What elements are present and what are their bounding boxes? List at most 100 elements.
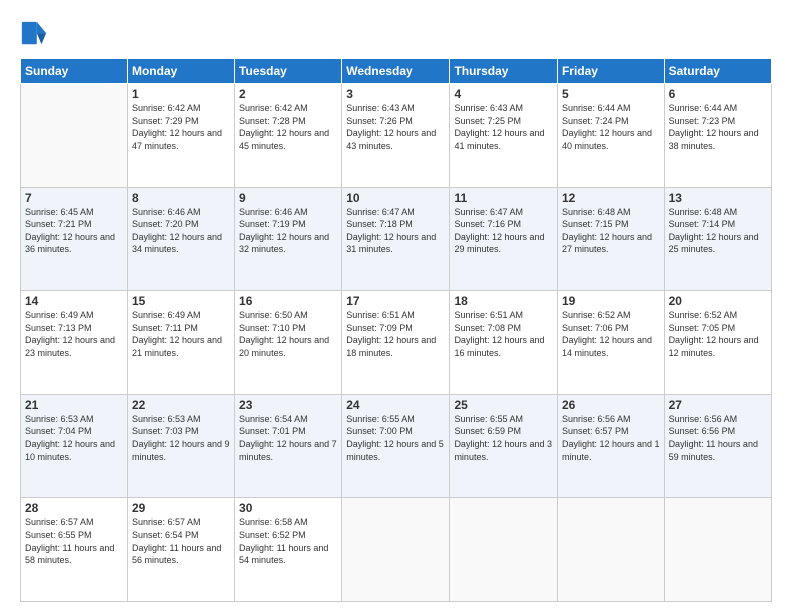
calendar-cell: 19Sunrise: 6:52 AMSunset: 7:06 PMDayligh…: [557, 291, 664, 395]
day-info: Sunrise: 6:49 AMSunset: 7:11 PMDaylight:…: [132, 309, 230, 359]
page: SundayMondayTuesdayWednesdayThursdayFrid…: [0, 0, 792, 612]
day-number: 16: [239, 294, 337, 308]
day-number: 11: [454, 191, 553, 205]
day-number: 21: [25, 398, 123, 412]
day-number: 26: [562, 398, 660, 412]
day-info: Sunrise: 6:47 AMSunset: 7:18 PMDaylight:…: [346, 206, 445, 256]
day-info: Sunrise: 6:57 AMSunset: 6:54 PMDaylight:…: [132, 516, 230, 566]
day-number: 7: [25, 191, 123, 205]
calendar-cell: 8Sunrise: 6:46 AMSunset: 7:20 PMDaylight…: [127, 187, 234, 291]
calendar-cell: 25Sunrise: 6:55 AMSunset: 6:59 PMDayligh…: [450, 394, 558, 498]
day-info: Sunrise: 6:53 AMSunset: 7:04 PMDaylight:…: [25, 413, 123, 463]
day-info: Sunrise: 6:52 AMSunset: 7:06 PMDaylight:…: [562, 309, 660, 359]
calendar-cell: 10Sunrise: 6:47 AMSunset: 7:18 PMDayligh…: [342, 187, 450, 291]
day-number: 28: [25, 501, 123, 515]
day-info: Sunrise: 6:55 AMSunset: 7:00 PMDaylight:…: [346, 413, 445, 463]
calendar-header-thursday: Thursday: [450, 59, 558, 84]
calendar-cell: 23Sunrise: 6:54 AMSunset: 7:01 PMDayligh…: [235, 394, 342, 498]
day-info: Sunrise: 6:56 AMSunset: 6:57 PMDaylight:…: [562, 413, 660, 463]
calendar-cell: 3Sunrise: 6:43 AMSunset: 7:26 PMDaylight…: [342, 84, 450, 188]
day-info: Sunrise: 6:47 AMSunset: 7:16 PMDaylight:…: [454, 206, 553, 256]
day-number: 27: [669, 398, 767, 412]
day-info: Sunrise: 6:44 AMSunset: 7:23 PMDaylight:…: [669, 102, 767, 152]
calendar-week-row: 28Sunrise: 6:57 AMSunset: 6:55 PMDayligh…: [21, 498, 772, 602]
calendar-cell: 5Sunrise: 6:44 AMSunset: 7:24 PMDaylight…: [557, 84, 664, 188]
day-number: 17: [346, 294, 445, 308]
calendar-cell: 4Sunrise: 6:43 AMSunset: 7:25 PMDaylight…: [450, 84, 558, 188]
calendar-cell: [557, 498, 664, 602]
day-info: Sunrise: 6:52 AMSunset: 7:05 PMDaylight:…: [669, 309, 767, 359]
calendar-header-sunday: Sunday: [21, 59, 128, 84]
day-number: 2: [239, 87, 337, 101]
calendar-cell: 9Sunrise: 6:46 AMSunset: 7:19 PMDaylight…: [235, 187, 342, 291]
day-number: 1: [132, 87, 230, 101]
calendar-cell: 27Sunrise: 6:56 AMSunset: 6:56 PMDayligh…: [664, 394, 771, 498]
day-info: Sunrise: 6:57 AMSunset: 6:55 PMDaylight:…: [25, 516, 123, 566]
day-info: Sunrise: 6:50 AMSunset: 7:10 PMDaylight:…: [239, 309, 337, 359]
day-number: 19: [562, 294, 660, 308]
calendar-cell: 30Sunrise: 6:58 AMSunset: 6:52 PMDayligh…: [235, 498, 342, 602]
logo: [20, 20, 52, 48]
calendar-cell: 18Sunrise: 6:51 AMSunset: 7:08 PMDayligh…: [450, 291, 558, 395]
day-info: Sunrise: 6:51 AMSunset: 7:08 PMDaylight:…: [454, 309, 553, 359]
day-info: Sunrise: 6:45 AMSunset: 7:21 PMDaylight:…: [25, 206, 123, 256]
day-number: 18: [454, 294, 553, 308]
calendar-header-saturday: Saturday: [664, 59, 771, 84]
day-info: Sunrise: 6:46 AMSunset: 7:20 PMDaylight:…: [132, 206, 230, 256]
day-number: 25: [454, 398, 553, 412]
calendar-week-row: 14Sunrise: 6:49 AMSunset: 7:13 PMDayligh…: [21, 291, 772, 395]
day-info: Sunrise: 6:49 AMSunset: 7:13 PMDaylight:…: [25, 309, 123, 359]
calendar-week-row: 1Sunrise: 6:42 AMSunset: 7:29 PMDaylight…: [21, 84, 772, 188]
day-info: Sunrise: 6:53 AMSunset: 7:03 PMDaylight:…: [132, 413, 230, 463]
day-info: Sunrise: 6:55 AMSunset: 6:59 PMDaylight:…: [454, 413, 553, 463]
calendar-cell: 11Sunrise: 6:47 AMSunset: 7:16 PMDayligh…: [450, 187, 558, 291]
day-info: Sunrise: 6:43 AMSunset: 7:26 PMDaylight:…: [346, 102, 445, 152]
calendar-cell: [450, 498, 558, 602]
logo-icon: [20, 20, 48, 48]
calendar-header-tuesday: Tuesday: [235, 59, 342, 84]
calendar-cell: 20Sunrise: 6:52 AMSunset: 7:05 PMDayligh…: [664, 291, 771, 395]
calendar-cell: [342, 498, 450, 602]
calendar-cell: 15Sunrise: 6:49 AMSunset: 7:11 PMDayligh…: [127, 291, 234, 395]
calendar-cell: 28Sunrise: 6:57 AMSunset: 6:55 PMDayligh…: [21, 498, 128, 602]
day-info: Sunrise: 6:46 AMSunset: 7:19 PMDaylight:…: [239, 206, 337, 256]
calendar-week-row: 7Sunrise: 6:45 AMSunset: 7:21 PMDaylight…: [21, 187, 772, 291]
calendar-cell: 21Sunrise: 6:53 AMSunset: 7:04 PMDayligh…: [21, 394, 128, 498]
day-info: Sunrise: 6:42 AMSunset: 7:29 PMDaylight:…: [132, 102, 230, 152]
day-info: Sunrise: 6:56 AMSunset: 6:56 PMDaylight:…: [669, 413, 767, 463]
calendar-header-friday: Friday: [557, 59, 664, 84]
calendar-header-wednesday: Wednesday: [342, 59, 450, 84]
calendar-cell: 12Sunrise: 6:48 AMSunset: 7:15 PMDayligh…: [557, 187, 664, 291]
calendar-cell: 2Sunrise: 6:42 AMSunset: 7:28 PMDaylight…: [235, 84, 342, 188]
day-number: 23: [239, 398, 337, 412]
day-info: Sunrise: 6:48 AMSunset: 7:14 PMDaylight:…: [669, 206, 767, 256]
calendar-cell: 26Sunrise: 6:56 AMSunset: 6:57 PMDayligh…: [557, 394, 664, 498]
day-info: Sunrise: 6:54 AMSunset: 7:01 PMDaylight:…: [239, 413, 337, 463]
calendar-table: SundayMondayTuesdayWednesdayThursdayFrid…: [20, 58, 772, 602]
calendar-cell: 7Sunrise: 6:45 AMSunset: 7:21 PMDaylight…: [21, 187, 128, 291]
day-number: 29: [132, 501, 230, 515]
day-info: Sunrise: 6:48 AMSunset: 7:15 PMDaylight:…: [562, 206, 660, 256]
header: [20, 16, 772, 48]
calendar-cell: [21, 84, 128, 188]
calendar-header-monday: Monday: [127, 59, 234, 84]
day-number: 22: [132, 398, 230, 412]
day-info: Sunrise: 6:44 AMSunset: 7:24 PMDaylight:…: [562, 102, 660, 152]
day-number: 4: [454, 87, 553, 101]
day-number: 3: [346, 87, 445, 101]
day-number: 6: [669, 87, 767, 101]
day-number: 13: [669, 191, 767, 205]
day-number: 24: [346, 398, 445, 412]
calendar-cell: 24Sunrise: 6:55 AMSunset: 7:00 PMDayligh…: [342, 394, 450, 498]
calendar-cell: 29Sunrise: 6:57 AMSunset: 6:54 PMDayligh…: [127, 498, 234, 602]
calendar-cell: 17Sunrise: 6:51 AMSunset: 7:09 PMDayligh…: [342, 291, 450, 395]
day-number: 30: [239, 501, 337, 515]
day-info: Sunrise: 6:42 AMSunset: 7:28 PMDaylight:…: [239, 102, 337, 152]
day-number: 9: [239, 191, 337, 205]
day-number: 15: [132, 294, 230, 308]
day-number: 12: [562, 191, 660, 205]
day-number: 20: [669, 294, 767, 308]
calendar-cell: 1Sunrise: 6:42 AMSunset: 7:29 PMDaylight…: [127, 84, 234, 188]
day-number: 8: [132, 191, 230, 205]
calendar-header-row: SundayMondayTuesdayWednesdayThursdayFrid…: [21, 59, 772, 84]
